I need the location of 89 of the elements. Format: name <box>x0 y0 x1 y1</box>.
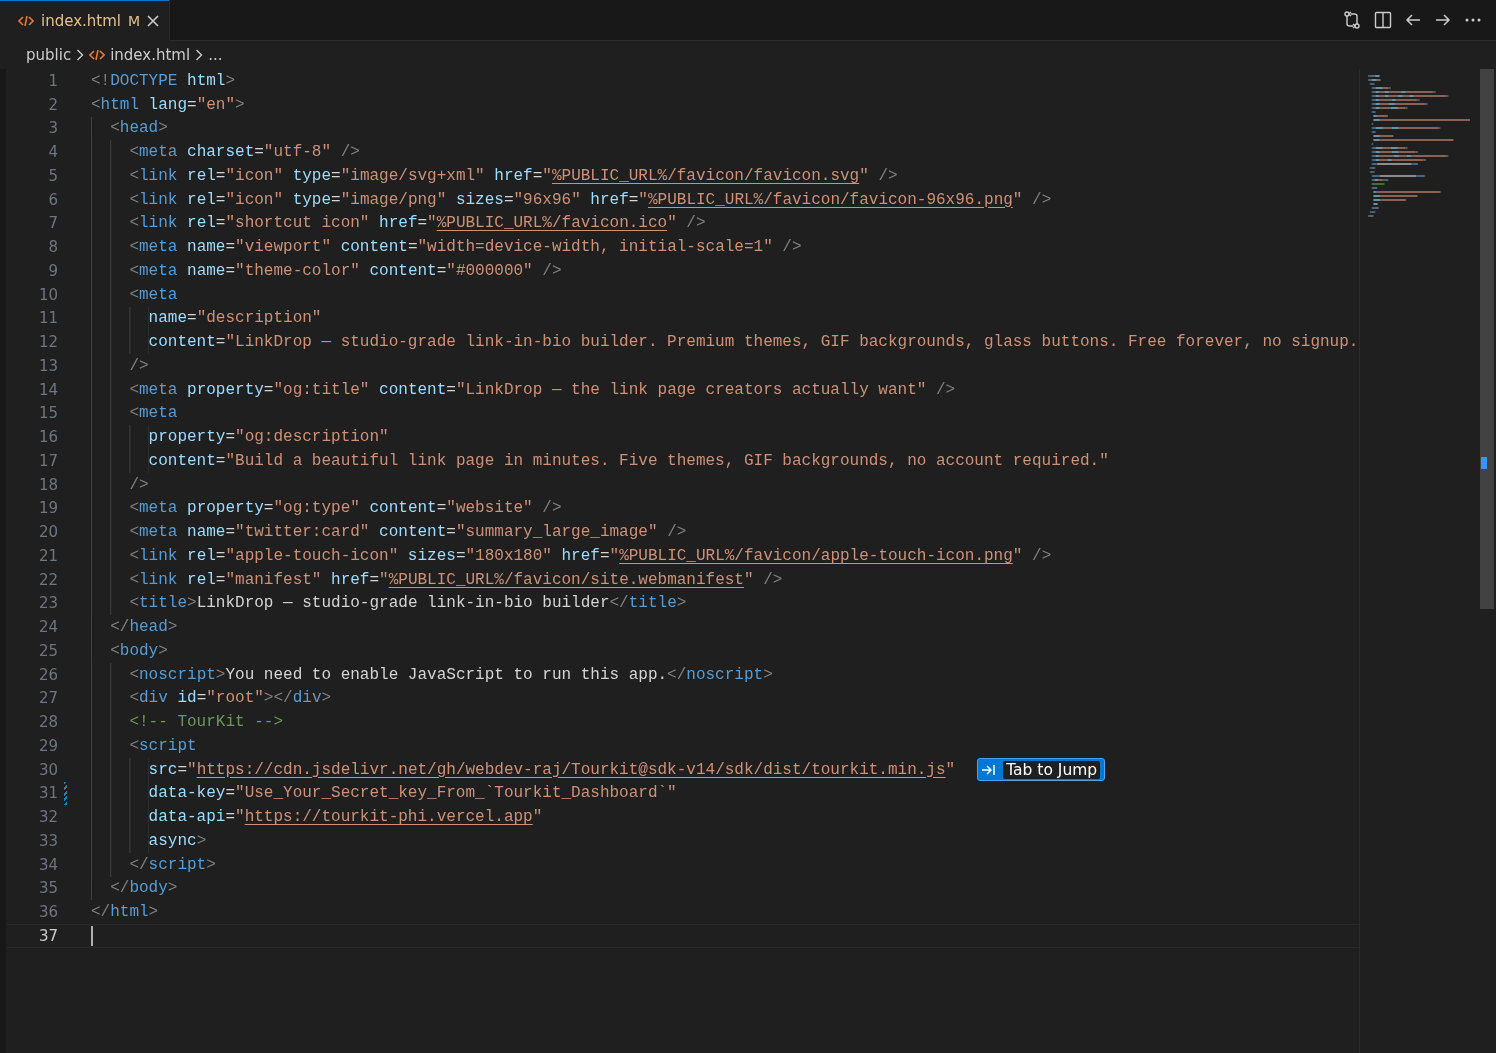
code-line: data-api="https://tourkit-phi.vercel.app" <box>91 805 543 829</box>
code-line: content="LinkDrop — studio-grade link-in-bio builder. Premium themes, GIF backgrounds, glass buttons. Free forever, no signup. <box>91 330 1359 354</box>
line-number: 6 <box>47 190 58 209</box>
line-number: 22 <box>37 570 58 589</box>
line-number: 7 <box>47 214 58 233</box>
code-line: <meta property="og:type" content="website" /> <box>91 496 562 521</box>
line-number: 8 <box>47 238 58 257</box>
code-line: </script> <box>91 852 216 877</box>
code-icon <box>89 48 106 62</box>
line-number: 14 <box>37 380 58 399</box>
jump-arrow-icon <box>981 762 998 777</box>
line-number: 11 <box>37 309 58 328</box>
code-line: </html> <box>91 902 159 924</box>
code-line: src="https://cdn.jsdelivr.net/gh/webdev-raj/Tourkit@sdk-v14/sdk/dist/tourkit.min.js" <box>91 757 956 782</box>
modified-label: M <box>128 12 141 29</box>
line-number: 17 <box>37 451 58 470</box>
line-number: 28 <box>37 713 58 732</box>
code-line: name="description" <box>91 306 322 331</box>
code-line: <title>LinkDrop — studio-grade link-in-bio builder</title> <box>91 591 687 616</box>
code-line: <html lang="en"> <box>91 94 245 116</box>
line-number: 29 <box>37 736 58 755</box>
line-number: 25 <box>37 641 58 660</box>
code-line: <link rel="icon" type="image/png" sizes="96x96" href="%PUBLIC_URL%/favicon/favicon-96x96.png" /> <box>91 187 1052 212</box>
line-number: 35 <box>37 879 58 898</box>
code-line: <link rel="shortcut icon" href="%PUBLIC_URL%/favicon.ico" /> <box>91 211 706 236</box>
line-number: 20 <box>37 523 58 542</box>
code-line: <meta property="og:title" content="LinkDrop — the link page creators actually want" /> <box>91 377 956 402</box>
line-number: 5 <box>47 166 58 185</box>
breadcrumb-item[interactable]: ... <box>208 46 223 64</box>
line-number: 26 <box>37 665 58 684</box>
line-number: 2 <box>47 95 58 114</box>
code-line: <meta <box>91 401 178 426</box>
line-number: 31 <box>37 784 58 803</box>
code-line: <meta name="viewport" content="width=device-width, initial-scale=1" /> <box>91 235 802 259</box>
code-line: async> <box>91 829 207 853</box>
close-icon[interactable] <box>147 14 160 27</box>
line-number: 23 <box>37 594 58 613</box>
breadcrumb-item[interactable]: public <box>26 46 72 64</box>
line-number: 27 <box>37 689 58 708</box>
split-editor-icon[interactable] <box>1374 11 1392 29</box>
code-line: <!-- TourKit --> <box>91 710 284 734</box>
breadcrumb-item[interactable]: index.html <box>110 46 191 64</box>
editor-tab[interactable]: index.html M <box>0 0 171 41</box>
code-line: <div id="root"></div> <box>91 686 332 711</box>
text-cursor <box>91 925 93 946</box>
chevron-right-icon <box>195 49 204 61</box>
line-number: 19 <box>37 499 58 518</box>
code-line: property="og:description" <box>91 425 389 449</box>
tab-label: index.html <box>41 11 121 30</box>
tab-to-jump-hint[interactable]: Tab to Jump <box>977 758 1106 782</box>
code-line: <body> <box>91 639 168 663</box>
line-number: 1 <box>47 71 58 90</box>
line-number: 13 <box>37 356 58 375</box>
line-number: 24 <box>37 618 58 637</box>
line-number: 9 <box>47 261 58 280</box>
code-line: </head> <box>91 615 178 639</box>
code-line: <!DOCTYPE html> <box>91 70 236 92</box>
line-number: 32 <box>37 808 58 827</box>
line-number: 4 <box>47 143 58 162</box>
code-line: <meta name="theme-color" content="#000000" /> <box>91 259 562 283</box>
line-number: 10 <box>37 285 58 304</box>
line-number: 21 <box>37 546 58 565</box>
code-line: <meta name="twitter:card" content="summary_large_image" /> <box>91 520 687 544</box>
compare-changes-icon[interactable] <box>1342 10 1362 30</box>
code-line: /> <box>91 354 149 378</box>
code-line: /> <box>91 472 149 497</box>
line-number: 12 <box>37 333 58 352</box>
line-number: 18 <box>37 475 58 494</box>
code-line: data-key="Use_Your_Secret_key_From_`Tourkit_Dashboard`" <box>91 781 677 806</box>
line-number: 16 <box>37 428 58 447</box>
line-number: 37 <box>37 926 58 945</box>
code-line: <link rel="apple-touch-icon" sizes="180x180" href="%PUBLIC_URL%/favicon/apple-touch-icon.png" /> <box>91 544 1052 568</box>
code-line: <meta charset="utf-8" /> <box>91 140 360 164</box>
code-line: <head> <box>91 116 168 141</box>
code-line: content="Build a beautiful link page in minutes. Five themes, GIF backgrounds, no account required." <box>91 449 1109 473</box>
chevron-right-icon <box>76 49 85 61</box>
code-icon <box>18 13 34 28</box>
code-line: <meta <box>91 282 178 307</box>
code-line: <link rel="manifest" href="%PUBLIC_URL%/favicon/site.webmanifest" /> <box>91 567 783 592</box>
line-number: 33 <box>37 831 58 850</box>
line-number: 3 <box>47 119 58 138</box>
line-number: 30 <box>37 760 58 779</box>
line-number: 34 <box>37 855 58 874</box>
code-line: <noscript>You need to enable JavaScript to run this app.</noscript> <box>91 662 773 687</box>
line-number: 36 <box>37 903 58 922</box>
code-line: </body> <box>91 876 178 901</box>
code-line: <link rel="icon" type="image/svg+xml" href="%PUBLIC_URL%/favicon/favicon.svg" /> <box>91 164 898 188</box>
line-number: 15 <box>37 404 58 423</box>
code-line: <script <box>91 734 197 758</box>
